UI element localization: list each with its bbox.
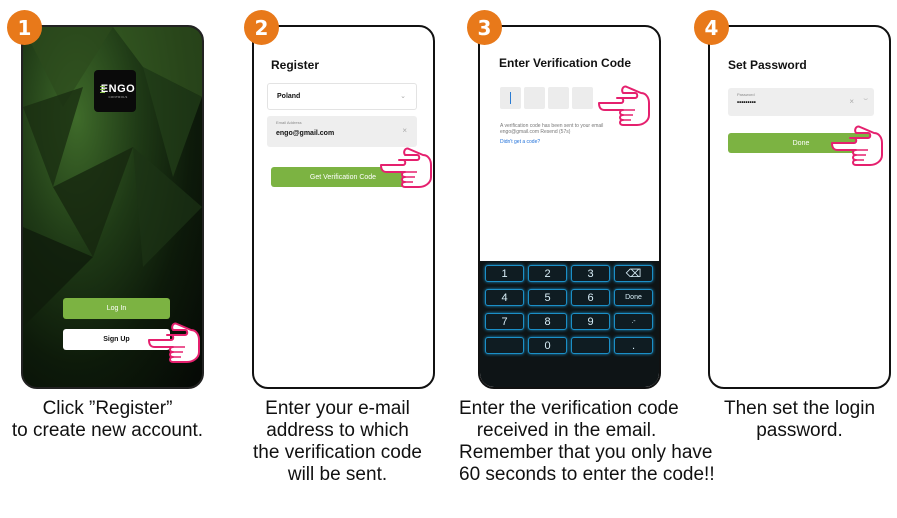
step-caption: Click ”Register” to create new account. — [11, 398, 204, 441]
clear-icon[interactable]: × — [849, 97, 854, 106]
step-3: 3 Enter Verification Code A verification… — [453, 0, 715, 518]
key-8[interactable]: 8 — [528, 313, 567, 330]
step-1: 1 ENGO CONTROLS Log In Sign Up Click ”Re… — [0, 0, 215, 518]
clear-icon[interactable]: × — [402, 126, 407, 135]
eye-hidden-icon[interactable]: ⌣ — [863, 96, 868, 104]
blank-key[interactable] — [485, 337, 524, 354]
engo-logo: ENGO CONTROLS — [94, 70, 136, 112]
step-4: 4 Set Password Password ••••••••• × ⌣ Do… — [680, 0, 895, 518]
dot-key[interactable]: . — [614, 337, 653, 354]
password-label: Password — [737, 92, 755, 97]
email-label: Email Address — [276, 120, 302, 125]
step-2: 2 Register Poland ⌄ Email Address engo@g… — [230, 0, 445, 518]
key-4[interactable]: 4 — [485, 289, 524, 306]
country-value: Poland — [277, 93, 301, 100]
step-number-badge: 1 — [7, 10, 42, 45]
key-5[interactable]: 5 — [528, 289, 567, 306]
email-value: engo@gmail.com — [276, 130, 335, 137]
key-7[interactable]: 7 — [485, 313, 524, 330]
step-caption: Enter your e-mail address to which the v… — [253, 398, 422, 485]
phone-screen-register: Register Poland ⌄ Email Address engo@gma… — [252, 25, 435, 389]
phone-screen-verification: Enter Verification Code A verification c… — [478, 25, 661, 389]
country-select[interactable]: Poland ⌄ — [267, 83, 417, 110]
step-number-badge: 2 — [244, 10, 279, 45]
key-0[interactable]: 0 — [528, 337, 567, 354]
done-key[interactable]: Done — [614, 289, 653, 306]
page-title: Register — [271, 58, 320, 72]
page-title: Set Password — [728, 58, 807, 72]
backspace-key[interactable]: ⌫ — [614, 265, 653, 282]
symbol-key[interactable]: .- — [614, 313, 653, 330]
password-value: ••••••••• — [737, 100, 756, 106]
step-caption: Enter the verification code received in … — [459, 398, 715, 485]
step-caption: Then set the login password. — [723, 398, 876, 441]
code-digit-box[interactable] — [500, 87, 521, 109]
logo-subtext: CONTROLS — [108, 95, 128, 99]
login-button[interactable]: Log In — [63, 298, 170, 319]
code-digit-box[interactable] — [548, 87, 569, 109]
step-number-badge: 3 — [467, 10, 502, 45]
key-9[interactable]: 9 — [571, 313, 610, 330]
key-3[interactable]: 3 — [571, 265, 610, 282]
pointing-hand-icon — [598, 85, 650, 126]
key-1[interactable]: 1 — [485, 265, 524, 282]
key-2[interactable]: 2 — [528, 265, 567, 282]
code-digit-box[interactable] — [572, 87, 593, 109]
pointing-hand-icon — [380, 147, 432, 188]
code-digit-box[interactable] — [524, 87, 545, 109]
phone-screen-set-password: Set Password Password ••••••••• × ⌣ Done — [708, 25, 891, 389]
page-title: Enter Verification Code — [499, 56, 632, 70]
logo-text: ENGO — [100, 83, 136, 95]
pointing-hand-icon — [148, 322, 200, 363]
resend-link[interactable]: Didn't get a code? — [500, 139, 540, 145]
pointing-hand-icon — [831, 125, 883, 166]
chevron-down-icon: ⌄ — [400, 93, 406, 100]
numeric-keypad: 1 2 3 ⌫ 4 5 6 Done 7 8 9 .- 0 . — [480, 261, 659, 387]
password-field[interactable]: Password ••••••••• × ⌣ — [728, 88, 874, 116]
blank-key[interactable] — [571, 337, 610, 354]
step-number-badge: 4 — [694, 10, 729, 45]
key-6[interactable]: 6 — [571, 289, 610, 306]
